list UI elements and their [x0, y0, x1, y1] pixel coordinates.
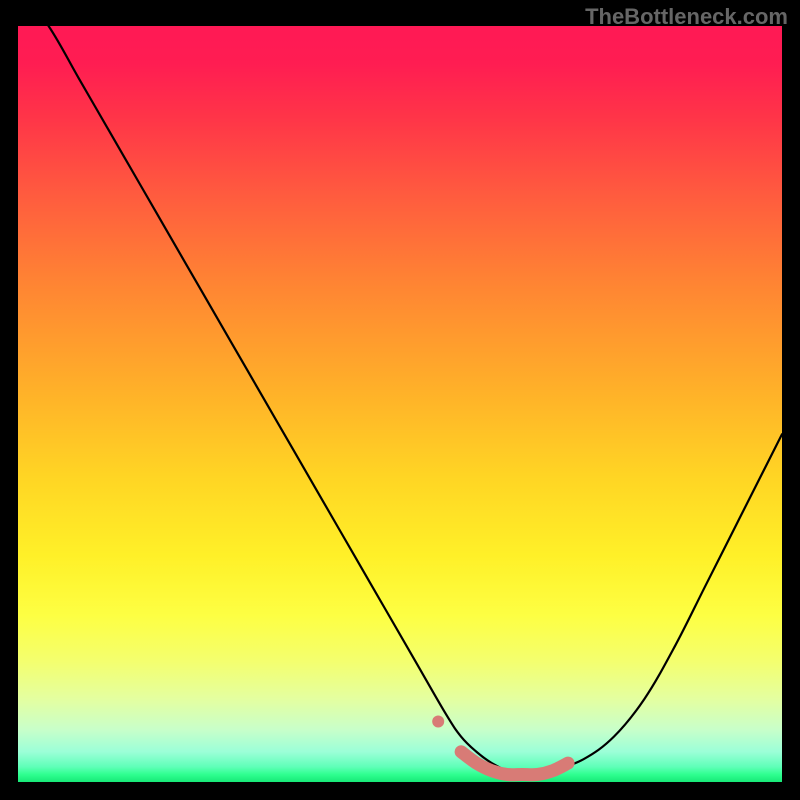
plot-area: [18, 26, 782, 782]
highlight-segment-path: [461, 752, 568, 775]
curve-layer: [18, 26, 782, 782]
chart-frame: TheBottleneck.com: [0, 0, 800, 800]
bottleneck-curve-path: [18, 26, 782, 775]
highlight-dot: [432, 716, 444, 728]
watermark-text: TheBottleneck.com: [585, 4, 788, 30]
